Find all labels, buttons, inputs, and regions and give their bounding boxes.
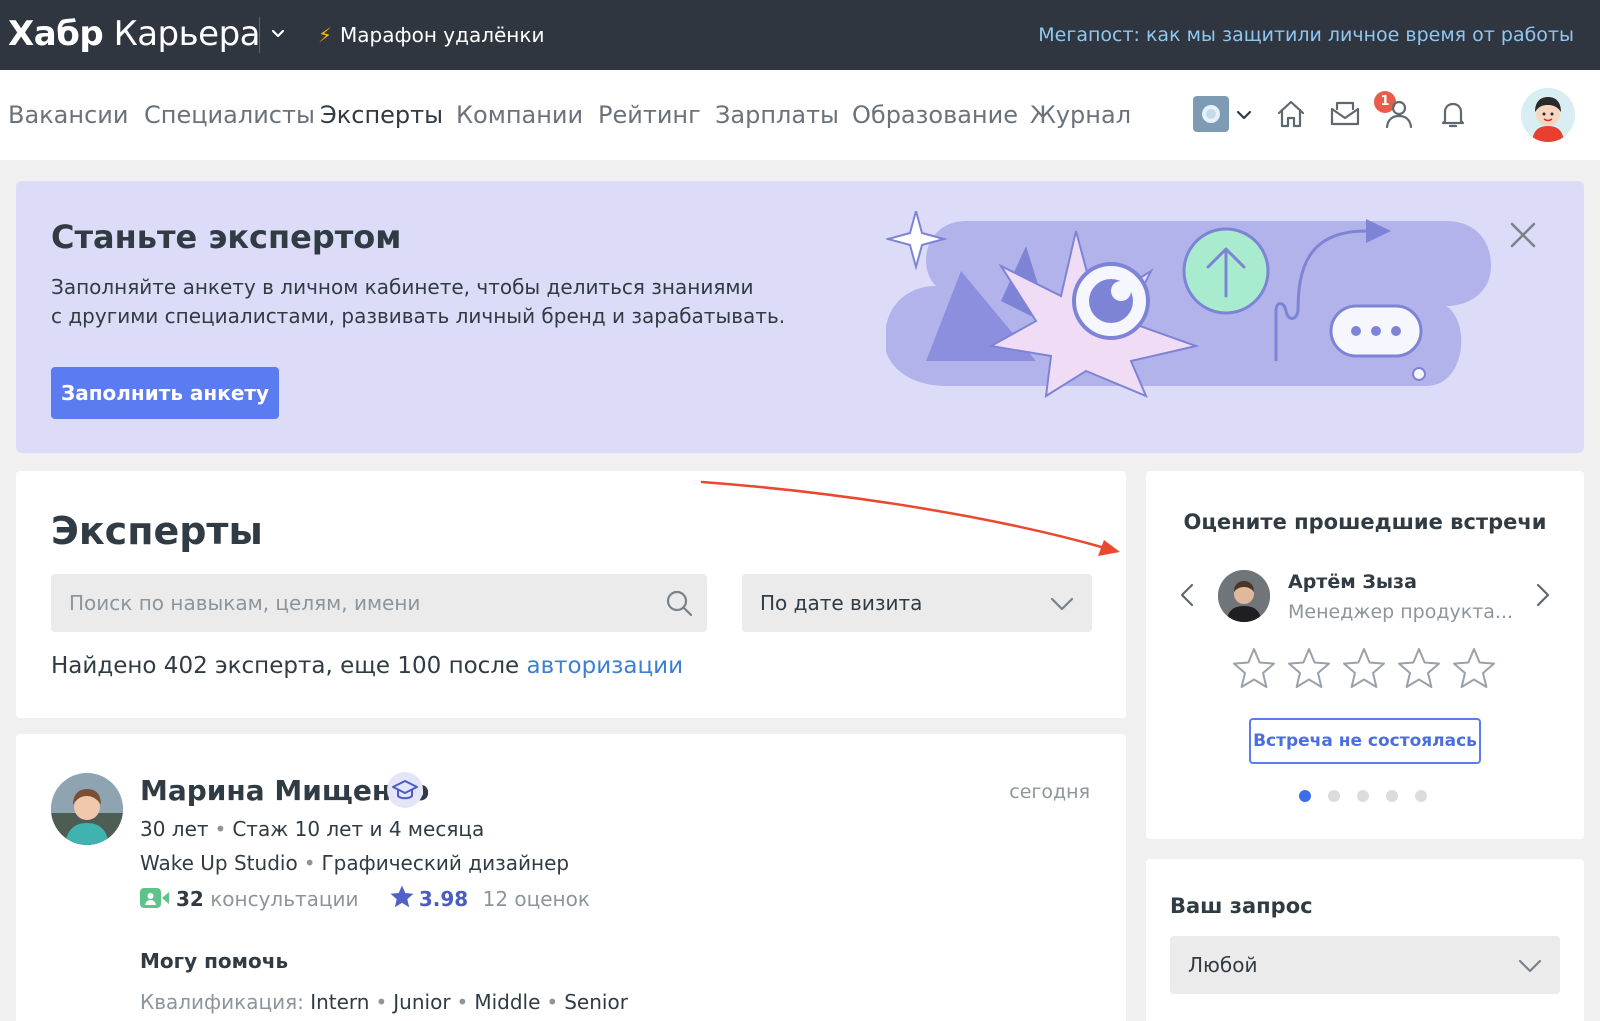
video-camera-icon — [140, 888, 169, 908]
banner-text-line: с другими специалистами, развивать личны… — [51, 304, 786, 328]
rate-meetings-card: Оцените прошедшие встречи Артём Зыза Мен… — [1146, 471, 1584, 839]
expert-stats: 32 консультации 3.98 12 оценок — [140, 882, 590, 916]
nav-item-education[interactable]: Образование — [852, 97, 1018, 133]
nav-item-experts[interactable]: Эксперты — [320, 97, 443, 133]
banner-text: Заполняйте анкету в личном кабинете, что… — [51, 273, 811, 331]
expert-experience: Стаж 10 лет и 4 месяца — [232, 817, 485, 841]
star-outline-icon[interactable] — [1396, 646, 1442, 692]
expert-card[interactable]: Марина Мищенко сегодня 30 лет • Стаж 10 ле… — [16, 734, 1126, 1021]
authorization-link[interactable]: авторизации — [527, 653, 684, 679]
education-badge — [387, 772, 423, 808]
user-avatar[interactable] — [1521, 88, 1575, 142]
star-outline-icon[interactable] — [1341, 646, 1387, 692]
meeting-person-avatar[interactable] — [1218, 570, 1270, 622]
mail-icon[interactable] — [1328, 97, 1362, 131]
nav-item-rating[interactable]: Рейтинг — [598, 97, 701, 133]
expert-job: Wake Up Studio • Графический дизайнер — [140, 851, 570, 875]
qualification-item: Junior — [393, 990, 451, 1014]
qualification-item: Intern — [310, 990, 370, 1014]
expert-name[interactable]: Марина Мищенко — [140, 772, 429, 810]
star-icon — [390, 885, 414, 908]
page-title: Эксперты — [51, 509, 263, 553]
logo-divider — [259, 17, 260, 53]
star-outline-icon[interactable] — [1231, 646, 1277, 692]
nav-item-companies[interactable]: Компании — [456, 97, 583, 133]
banner-illustration — [886, 211, 1491, 398]
pagination-dot[interactable] — [1299, 790, 1311, 802]
pagination-dot[interactable] — [1415, 790, 1427, 802]
nav-item-vacancies[interactable]: Вакансии — [8, 97, 128, 133]
qualification-line: Квалификация: Intern • Junior • Middle • Senio… — [140, 990, 628, 1014]
user-avatar-image — [1521, 88, 1575, 142]
become-expert-banner: Станьте экспертом Заполняйте анкету в ли… — [16, 181, 1584, 453]
logo-rest-text: Карьера — [113, 14, 261, 54]
chevron-down-icon[interactable] — [1235, 106, 1253, 124]
request-filter-card: Ваш запрос Любой — [1146, 859, 1584, 1021]
lightning-icon: ⚡ — [318, 23, 333, 47]
banner-title: Станьте экспертом — [51, 218, 402, 256]
expert-company[interactable]: Wake Up Studio — [140, 851, 298, 875]
can-help-title: Могу помочь — [140, 949, 289, 973]
marathon-link[interactable]: ⚡ Марафон удалёнки — [318, 20, 544, 50]
rate-meetings-title: Оцените прошедшие встречи — [1183, 510, 1547, 534]
top-bar: Хабр Карьера ⚡ Марафон удалёнки Мегапост:… — [0, 0, 1600, 70]
expert-meta: 30 лет • Стаж 10 лет и 4 месяца — [140, 817, 485, 841]
star-outline-icon[interactable] — [1451, 646, 1497, 692]
consultations-count: 32 — [176, 887, 204, 911]
marathon-label: Марафон удалёнки — [340, 23, 545, 47]
carousel-pagination — [1299, 790, 1431, 802]
request-filter-title: Ваш запрос — [1170, 894, 1313, 918]
sort-select-value: По дате визита — [760, 591, 923, 615]
profile-icon[interactable] — [1382, 97, 1416, 131]
star-rating — [1231, 646, 1506, 692]
expert-position: Графический дизайнер — [321, 851, 570, 875]
expert-age: 30 лет — [140, 817, 209, 841]
bell-icon[interactable] — [1436, 97, 1470, 131]
chevron-down-icon — [1518, 959, 1542, 973]
pagination-dot[interactable] — [1386, 790, 1398, 802]
search-icon[interactable] — [665, 589, 693, 617]
expert-avatar-image — [51, 773, 123, 845]
banner-text-line: Заполняйте анкету в личном кабинете, что… — [51, 275, 754, 299]
pagination-dot[interactable] — [1357, 790, 1369, 802]
qualification-item: Middle — [474, 990, 541, 1014]
pagination-dot[interactable] — [1328, 790, 1340, 802]
chevron-down-icon[interactable] — [270, 26, 286, 42]
results-count-text: Найдено 402 эксперта, еще 100 после — [51, 653, 527, 679]
habr-career-logo[interactable]: Хабр Карьера — [8, 14, 261, 54]
meeting-person-name[interactable]: Артём Зыза — [1288, 568, 1417, 596]
chevron-down-icon — [1050, 597, 1074, 611]
main-nav: Вакансии Специалисты Эксперты Компании Р… — [0, 70, 1600, 160]
star-outline-icon[interactable] — [1286, 646, 1332, 692]
request-select[interactable]: Любой — [1170, 936, 1560, 994]
services-switcher-icon[interactable] — [1193, 96, 1229, 132]
meeting-person-avatar-image — [1218, 570, 1270, 622]
last-visit-date: сегодня — [1009, 781, 1090, 803]
qualification-label: Квалификация: — [140, 990, 304, 1014]
expert-avatar[interactable] — [51, 773, 123, 845]
expert-rating: 3.98 — [418, 887, 469, 911]
chevron-left-icon[interactable] — [1174, 581, 1202, 609]
nav-item-specialists[interactable]: Специалисты — [144, 97, 315, 133]
meeting-did-not-happen-button[interactable]: Встреча не состоялась — [1249, 718, 1481, 764]
search-box — [51, 574, 707, 632]
sort-select[interactable]: По дате визита — [742, 574, 1092, 632]
fill-profile-button[interactable]: Заполнить анкету — [51, 367, 279, 419]
megapost-link[interactable]: Мегапост: как мы защитили личное время о… — [1038, 20, 1574, 50]
ratings-count: 12 оценок — [482, 887, 590, 911]
nav-item-journal[interactable]: Журнал — [1030, 97, 1131, 133]
request-select-value: Любой — [1188, 953, 1258, 977]
home-icon[interactable] — [1274, 97, 1308, 131]
results-count: Найдено 402 эксперта, еще 100 после авто… — [51, 649, 683, 683]
graduation-cap-icon — [392, 780, 418, 800]
logo-bold-text: Хабр — [8, 14, 104, 54]
experts-search-card: Эксперты По дате визита Найдено 402 эксп… — [16, 471, 1126, 718]
qualification-item: Senior — [564, 990, 628, 1014]
nav-item-salaries[interactable]: Зарплаты — [715, 97, 839, 133]
search-input[interactable] — [51, 574, 651, 632]
consultations-label: консультации — [210, 887, 359, 911]
meeting-person-role: Менеджер продукта... — [1288, 601, 1514, 623]
chevron-right-icon[interactable] — [1528, 581, 1556, 609]
